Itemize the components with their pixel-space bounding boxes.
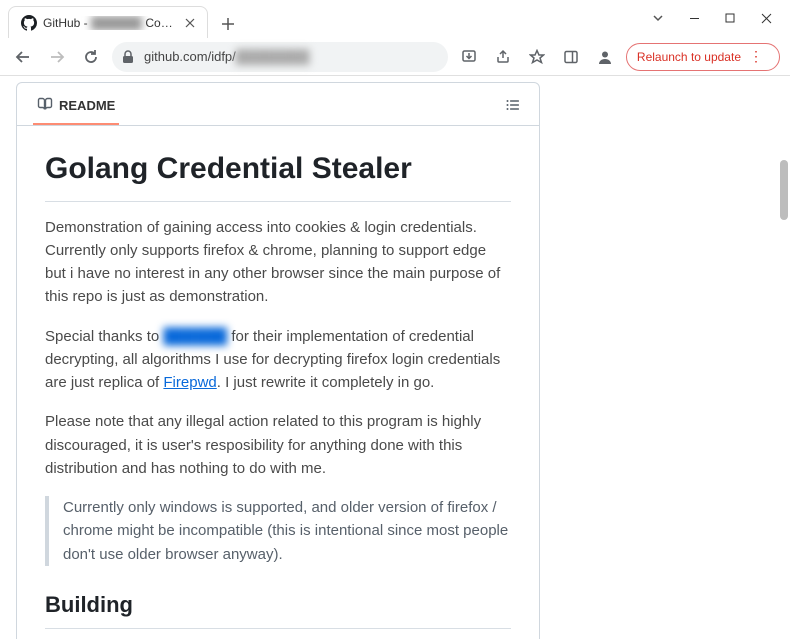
back-icon[interactable]: [10, 44, 36, 70]
window-titlebar: GitHub - ██████ Cookie: [0, 0, 790, 38]
install-app-icon[interactable]: [456, 44, 482, 70]
content-scroll[interactable]: README Golang Credential Stealer Demonst…: [0, 76, 790, 639]
blockquote-note: Currently only windows is supported, and…: [45, 496, 511, 566]
book-icon: [37, 97, 53, 113]
readme-header: README: [17, 83, 539, 126]
reload-icon[interactable]: [78, 44, 104, 70]
bookmark-star-icon[interactable]: [524, 44, 550, 70]
paragraph-intro: Demonstration of gaining access into coo…: [45, 216, 511, 309]
page-content: README Golang Credential Stealer Demonst…: [0, 76, 556, 639]
browser-tab[interactable]: GitHub - ██████ Cookie: [8, 6, 208, 38]
heading-building: Building: [45, 588, 511, 629]
firepwd-link[interactable]: Firepwd: [163, 374, 216, 391]
tab-search-icon[interactable]: [640, 4, 676, 32]
minimize-icon[interactable]: [676, 4, 712, 32]
tab-title: GitHub - ██████ Cookie: [43, 16, 173, 30]
readme-container: README Golang Credential Stealer Demonst…: [16, 82, 540, 639]
profile-icon[interactable]: [592, 44, 618, 70]
maximize-icon[interactable]: [712, 4, 748, 32]
share-icon[interactable]: [490, 44, 516, 70]
address-bar[interactable]: github.com/idfp/████████: [112, 42, 448, 72]
lock-icon: [122, 50, 136, 64]
browser-toolbar: github.com/idfp/████████ Relaunch to upd…: [0, 38, 790, 76]
close-window-icon[interactable]: [748, 4, 784, 32]
relaunch-label: Relaunch to update: [637, 50, 741, 64]
new-tab-button[interactable]: [214, 10, 242, 38]
toc-icon[interactable]: [499, 91, 527, 119]
close-tab-icon[interactable]: [183, 16, 197, 30]
paragraph-thanks: Special thanks to ██████ for their imple…: [45, 325, 511, 395]
url-text: github.com/idfp/████████: [144, 49, 309, 64]
page-title: Golang Credential Stealer: [45, 146, 511, 202]
sidepanel-icon[interactable]: [558, 44, 584, 70]
window-controls: [640, 4, 784, 32]
readme-tab[interactable]: README: [33, 91, 119, 125]
scrollbar-thumb[interactable]: [780, 160, 788, 220]
right-gutter: [556, 76, 790, 639]
readme-tab-label: README: [59, 98, 115, 113]
menu-dots-icon: ⋮: [749, 48, 763, 65]
forward-icon[interactable]: [44, 44, 70, 70]
readme-body: Golang Credential Stealer Demonstration …: [17, 126, 539, 639]
paragraph-disclaimer: Please note that any illegal action rela…: [45, 410, 511, 480]
github-favicon-icon: [21, 15, 37, 31]
relaunch-button[interactable]: Relaunch to update ⋮: [626, 43, 780, 71]
